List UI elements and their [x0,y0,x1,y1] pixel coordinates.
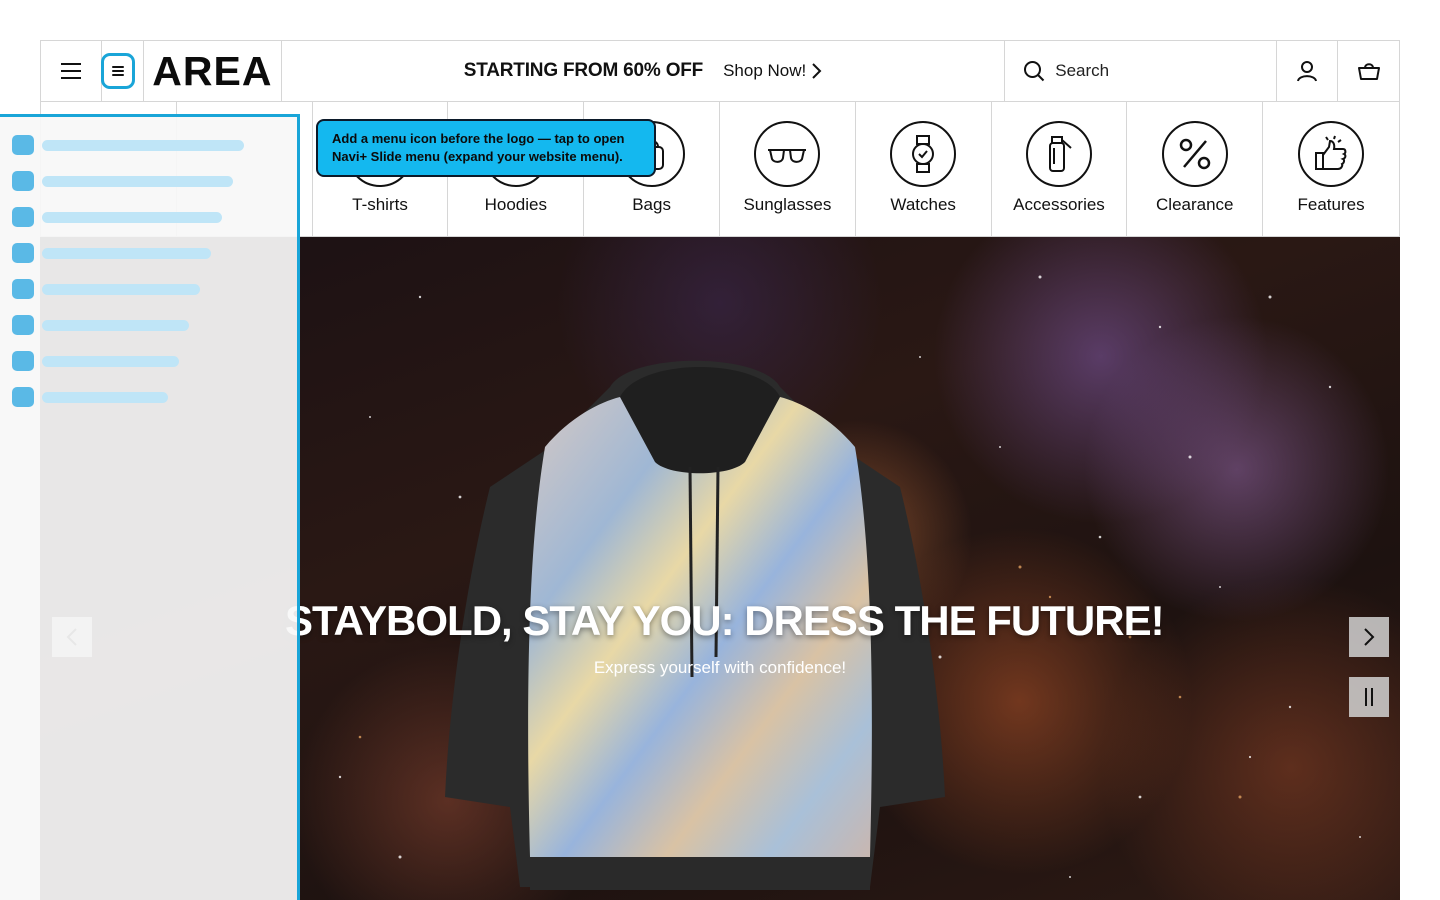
menu-item[interactable] [12,387,168,407]
menu-item-label-placeholder [42,211,222,223]
category-accessories[interactable]: Accessories [992,102,1128,236]
chevron-right-icon [1364,628,1375,646]
menu-item-label-placeholder [42,139,244,151]
menu-item-label-placeholder [42,319,189,331]
hero-title: STAYBOLD, STAY YOU: DRESS THE FUTURE! [285,597,1165,644]
menu-item[interactable] [12,135,244,155]
menu-item[interactable] [12,351,179,371]
menu-item-label-placeholder [42,247,211,259]
account-button[interactable] [1277,41,1339,101]
hero-pause-button[interactable] [1349,677,1389,717]
menu-item-icon [12,279,34,299]
category-label: Clearance [1156,195,1234,214]
chevron-right-icon [812,63,822,79]
hamburger-icon [60,63,81,79]
menu-item[interactable] [12,243,211,263]
category-label: Watches [890,195,956,214]
hero-subtitle: Express yourself with confidence! [593,658,847,677]
category-sunglasses[interactable]: Sunglasses [720,102,856,236]
navi-menu-icon [101,53,136,89]
pause-icon [1365,688,1373,706]
menu-item-icon [12,315,34,335]
menu-item-label-placeholder [42,391,168,403]
menu-item-icon [12,387,34,407]
category-clearance[interactable]: Clearance [1127,102,1264,236]
category-features[interactable]: Features [1263,102,1399,236]
site-logo[interactable]: AREA [144,41,282,101]
menu-item-icon [12,351,34,371]
menu-item[interactable] [12,171,233,191]
search-box[interactable]: Search [1005,41,1278,101]
navi-slide-menu-panel [0,114,300,900]
menu-item[interactable] [12,279,200,299]
search-icon [1024,61,1045,82]
cart-button[interactable] [1338,41,1399,101]
sunglasses-icon [754,121,821,187]
bottle-icon [1025,121,1092,187]
menu-item-icon [12,171,34,191]
menu-item[interactable] [12,207,222,227]
promo-text: STARTING FROM 60% OFF [463,60,704,81]
percent-icon [1161,121,1228,187]
watch-icon [890,121,957,187]
menu-button[interactable] [41,41,102,101]
site-header: AREA STARTING FROM 60% OFF Shop Now! Sea… [40,40,1400,102]
menu-item-label-placeholder [42,355,179,367]
category-label: Accessories [1013,195,1105,214]
menu-item-icon [12,243,34,263]
thumbs-up-icon [1298,121,1365,187]
category-watches[interactable]: Watches [856,102,992,236]
navi-slide-menu-button[interactable] [101,41,144,101]
hero-next-button[interactable] [1349,617,1389,657]
search-placeholder: Search [1055,61,1110,80]
category-label: T-shirts [352,195,408,214]
menu-item-icon [12,207,34,227]
user-icon [1297,61,1318,82]
shop-now-link[interactable]: Shop Now! [723,61,822,81]
menu-item-label-placeholder [42,175,233,187]
category-label: Bags [632,195,671,214]
menu-item-icon [12,135,34,155]
category-label: Features [1297,195,1365,214]
shop-now-label: Shop Now! [723,61,807,80]
category-label: Hoodies [484,195,547,214]
category-label: Sunglasses [743,195,832,214]
menu-item-label-placeholder [42,283,200,295]
feature-tooltip: Add a menu icon before the logo — tap to… [316,119,656,177]
promo-banner: STARTING FROM 60% OFF Shop Now! [282,41,1006,101]
menu-item[interactable] [12,315,189,335]
basket-icon [1357,63,1380,80]
